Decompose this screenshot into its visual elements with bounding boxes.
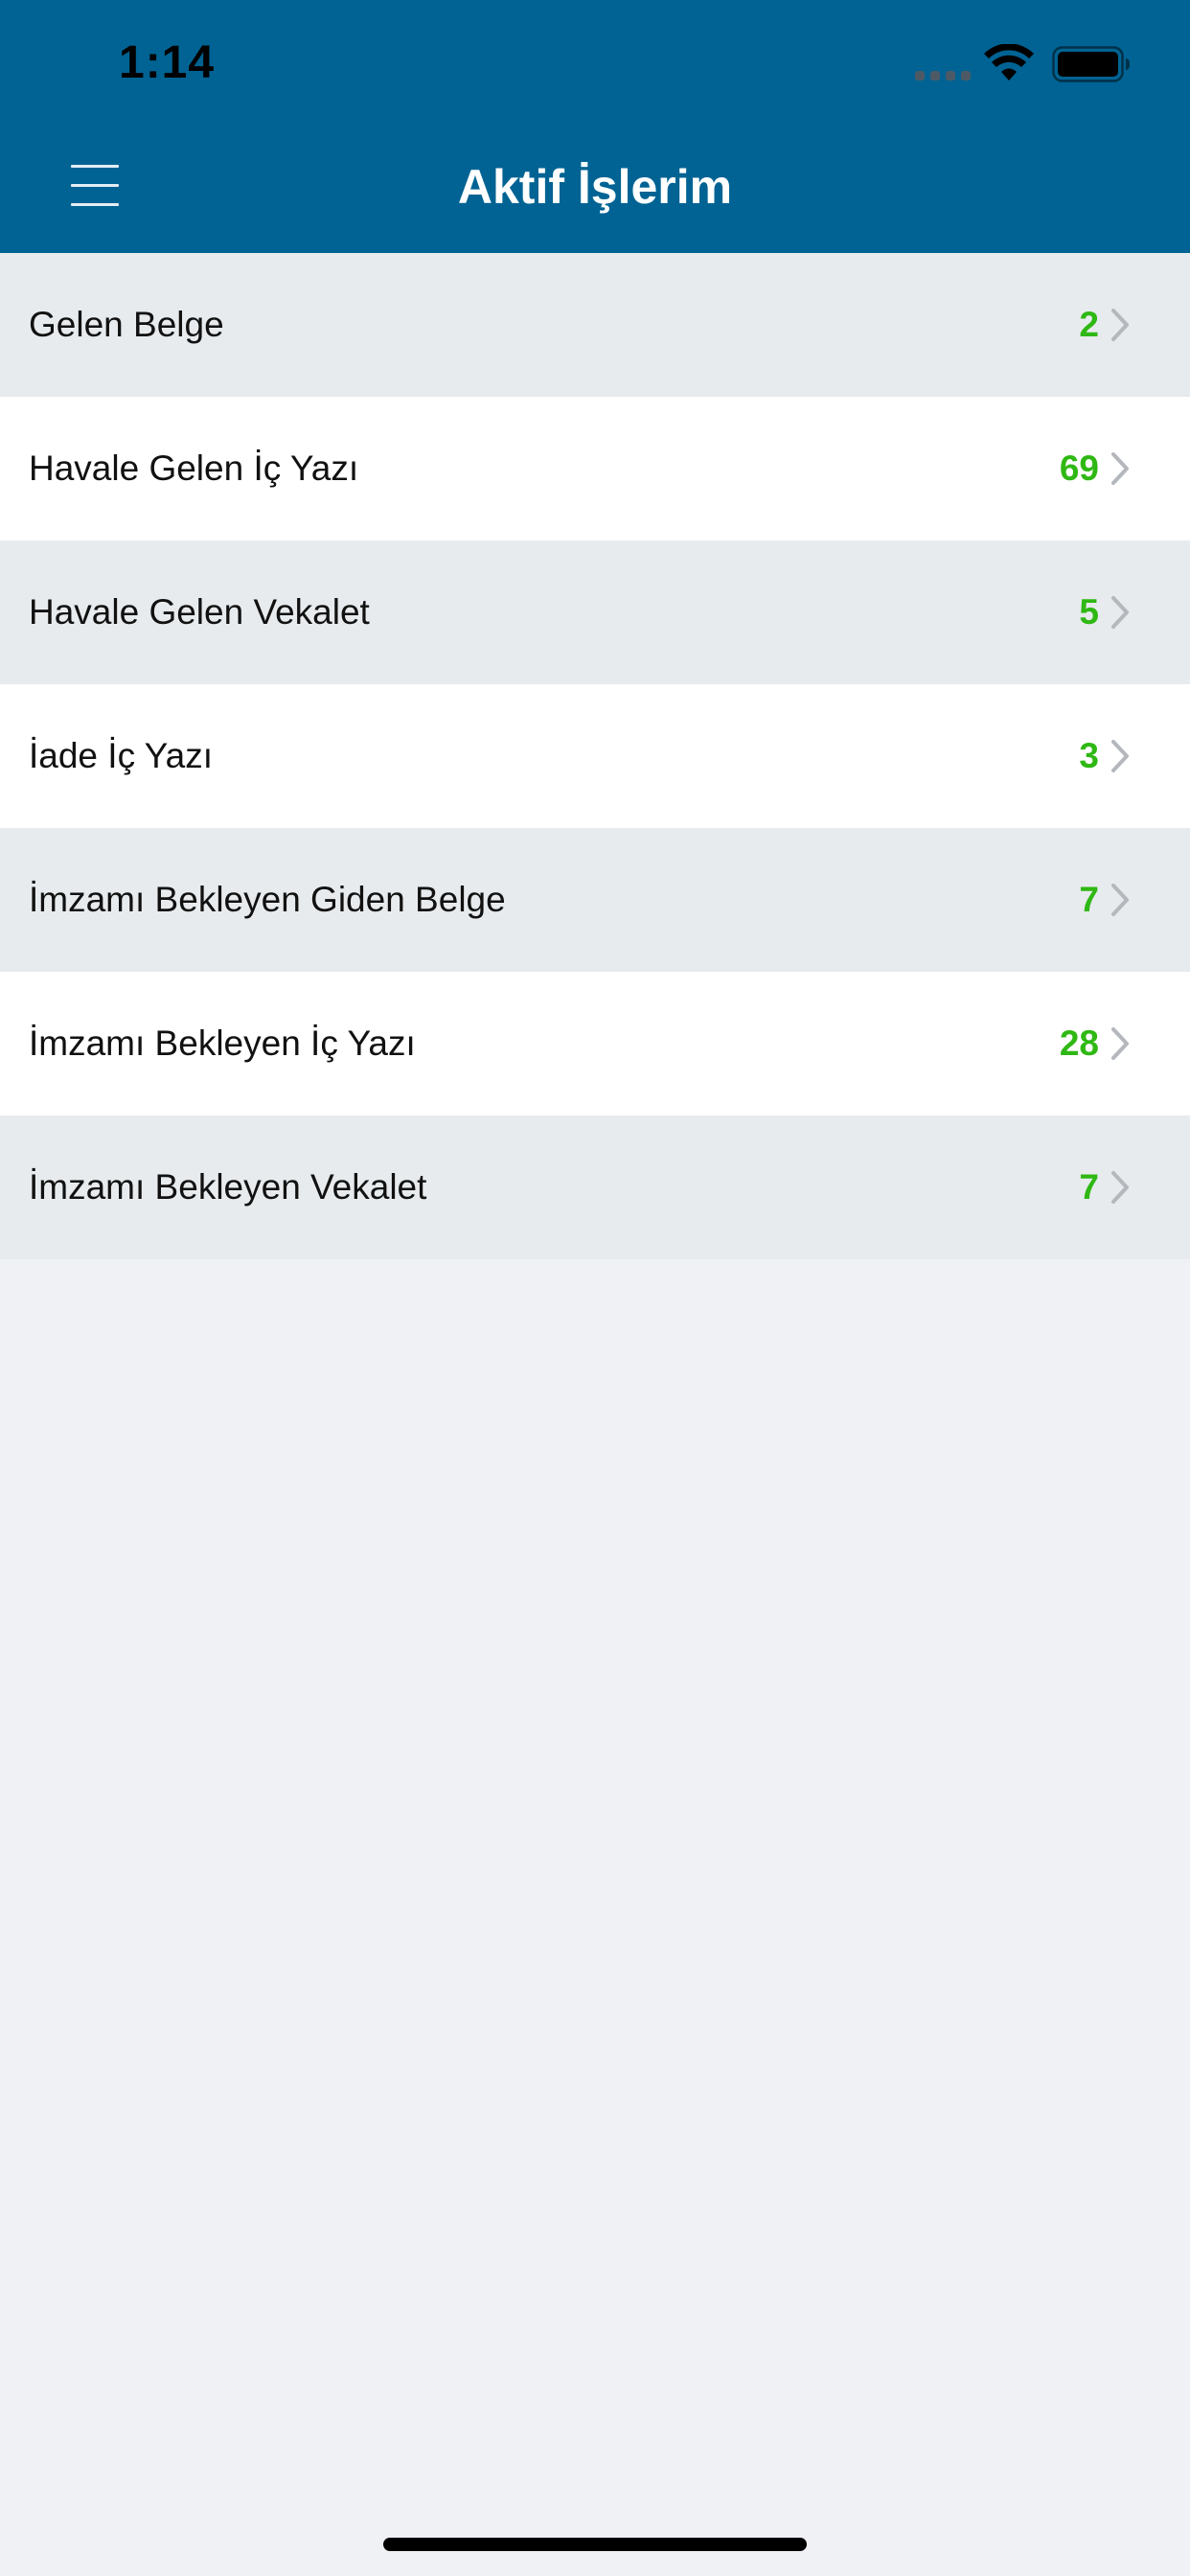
- chevron-right-icon: [1111, 452, 1129, 485]
- chevron-right-icon: [1111, 1027, 1129, 1060]
- chevron-right-icon: [1111, 309, 1129, 341]
- list-item-label: İade İç Yazı: [29, 736, 213, 775]
- list-item[interactable]: Gelen Belge 2: [0, 253, 1190, 397]
- status-time: 1:14: [119, 37, 216, 88]
- list-item-count: 28: [1059, 1024, 1099, 1063]
- list-item[interactable]: İade İç Yazı 3: [0, 684, 1190, 828]
- chevron-right-icon: [1111, 740, 1129, 772]
- chevron-right-icon: [1111, 884, 1129, 916]
- list-item-label: Havale Gelen İç Yazı: [29, 448, 359, 488]
- list-item-count: 2: [1079, 305, 1099, 344]
- list-item[interactable]: Havale Gelen Vekalet 5: [0, 540, 1190, 684]
- battery-icon: [1052, 46, 1130, 82]
- list-item[interactable]: Havale Gelen İç Yazı 69: [0, 397, 1190, 540]
- chevron-right-icon: [1111, 1171, 1129, 1204]
- list-item-label: Havale Gelen Vekalet: [29, 592, 370, 632]
- list-item-label: İmzamı Bekleyen Giden Belge: [29, 880, 506, 919]
- navigation-bar: Aktif İşlerim: [0, 126, 1190, 253]
- home-indicator[interactable]: [383, 2538, 807, 2551]
- chevron-right-icon: [1111, 596, 1129, 629]
- list-item-label: İmzamı Bekleyen Vekalet: [29, 1167, 427, 1207]
- list-item[interactable]: İmzamı Bekleyen Giden Belge 7: [0, 828, 1190, 972]
- list-item[interactable]: İmzamı Bekleyen Vekalet 7: [0, 1116, 1190, 1259]
- list-item-count: 5: [1079, 592, 1099, 632]
- wifi-icon: [984, 44, 1034, 80]
- list-item-count: 69: [1059, 448, 1099, 488]
- list-item-count: 7: [1079, 1167, 1099, 1207]
- page-title: Aktif İşlerim: [457, 160, 733, 214]
- status-bar: 1:14: [0, 0, 1190, 126]
- list-item-label: Gelen Belge: [29, 305, 224, 344]
- task-list: Gelen Belge 2 Havale Gelen İç Yazı 69 Ha…: [0, 253, 1190, 1259]
- list-item-count: 7: [1079, 880, 1099, 919]
- list-item-label: İmzamı Bekleyen İç Yazı: [29, 1024, 416, 1063]
- list-item-count: 3: [1079, 736, 1099, 775]
- signal-icon: [915, 71, 971, 80]
- list-item[interactable]: İmzamı Bekleyen İç Yazı 28: [0, 972, 1190, 1116]
